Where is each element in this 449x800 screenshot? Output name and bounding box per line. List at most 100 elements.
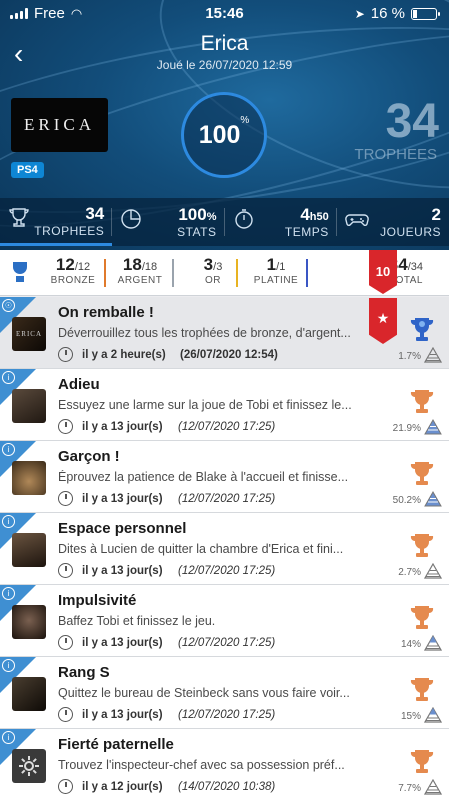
trophy-list: ☉ ERICA On remballe ! Déverrouillez tous… (0, 297, 449, 800)
earned-date: (12/07/2020 17:25) (178, 421, 276, 433)
tab-value: 4h50 (300, 205, 329, 224)
trophy-description: Déverrouillez tous les trophées de bronz… (58, 326, 351, 340)
trophy-row[interactable]: i Espace personnel Dites à Lucien de qui… (0, 513, 449, 585)
trophy-row[interactable]: i Adieu Essuyez une larme sur la joue de… (0, 369, 449, 441)
info-icon[interactable]: i (2, 443, 15, 456)
bronze-trophy-icon (410, 678, 434, 701)
completion-value: 100% (198, 115, 250, 149)
trophy-row[interactable]: i Fierté paternelle Trouvez l'inspecteur… (0, 729, 449, 800)
earned-ago: il y a 13 jour(s) (82, 709, 163, 721)
trophy-thumbnail (12, 605, 46, 639)
battery-percent: 16 % (370, 5, 405, 22)
tab-value: 34 (85, 203, 105, 223)
trophy-row[interactable]: i Garçon ! Éprouvez la patience de Blake… (0, 441, 449, 513)
trophy-title: Adieu (58, 376, 100, 393)
trophy-title: On remballe ! (58, 304, 154, 321)
rarity-percent: 14% (400, 639, 421, 650)
info-icon[interactable]: i (2, 371, 15, 384)
earned-ago: il y a 13 jour(s) (82, 493, 163, 505)
rarity-pyramid-icon (424, 419, 442, 435)
game-cover: ERICA (11, 98, 108, 152)
summary-bronze[interactable]: 12/12 BRONZE (40, 255, 106, 291)
clock-icon (58, 707, 73, 722)
pie-chart-icon (120, 208, 146, 236)
bronze-trophy-icon (410, 462, 434, 485)
tab-stats[interactable]: 100% STATS (112, 198, 225, 246)
trophy-thumbnail (12, 461, 46, 495)
rarity-percent: 21.9% (392, 423, 421, 434)
earned-ago: il y a 13 jour(s) (82, 421, 163, 433)
earned-ago: il y a 13 jour(s) (82, 637, 163, 649)
rarity-percent: 1.7% (398, 351, 421, 362)
rarity-pyramid-icon (424, 779, 442, 795)
tab-label: STATS (177, 225, 217, 239)
clock-icon (58, 347, 73, 362)
rarity-percent: 7.7% (398, 783, 421, 794)
earned-date: (12/07/2020 17:25) (178, 565, 276, 577)
rarity-percent: 2.7% (398, 567, 421, 578)
rarity-pyramid-icon (424, 491, 442, 507)
trophy-description: Quittez le bureau de Steinbeck sans vous… (58, 686, 350, 700)
trophy-row[interactable]: i Rang S Quittez le bureau de Steinbeck … (0, 657, 449, 729)
summary-or[interactable]: 3/3 OR (174, 255, 238, 291)
trophy-icon (0, 261, 40, 284)
bronze-trophy-icon (410, 534, 434, 557)
tab-label: TEMPS (284, 225, 329, 239)
page-title: Erica (200, 32, 249, 55)
tab-bar: 34 TROPHEES 100% STATS 4h50 TEMPS 2 JOUEURS (0, 198, 449, 246)
tab-time[interactable]: 4h50 TEMPS (225, 198, 337, 246)
completion-ring: 100% (181, 92, 267, 178)
platinum-trophy-icon (410, 318, 434, 341)
info-icon[interactable]: ☉ (2, 299, 15, 312)
info-icon[interactable]: i (2, 515, 15, 528)
trophy-thumbnail (12, 677, 46, 711)
tab-trophies[interactable]: 34 TROPHEES (0, 198, 113, 246)
trophy-thumbnail: ERICA (12, 317, 46, 351)
bronze-trophy-icon (410, 390, 434, 413)
trophy-description: Trouvez l'inspecteur-chef avec sa posses… (58, 758, 345, 772)
trophy-title: Impulsivité (58, 592, 137, 609)
trophy-description: Baffez Tobi et finissez le jeu. (58, 614, 216, 628)
status-bar: Free ◠ 15:46 ➤ 16 % (0, 0, 449, 28)
earned-date: (12/07/2020 17:25) (178, 637, 276, 649)
settings-gear-icon[interactable] (12, 749, 46, 783)
trophy-description: Essuyez une larme sur la joue de Tobi et… (58, 398, 352, 412)
rarity-pyramid-icon (424, 347, 442, 363)
trophy-title: Rang S (58, 664, 110, 681)
earned-ago: il y a 2 heure(s) (82, 349, 166, 361)
info-icon[interactable]: i (2, 587, 15, 600)
tab-players[interactable]: 2 JOUEURS (337, 198, 449, 246)
location-arrow-icon: ➤ (354, 6, 365, 21)
clock-icon (58, 635, 73, 650)
trophy-count: 34 (385, 95, 439, 148)
trophy-thumbnail (12, 533, 46, 567)
trophy-title: Garçon ! (58, 448, 120, 465)
earned-ago: il y a 12 jour(s) (82, 781, 163, 793)
trophy-outline-icon (8, 207, 34, 235)
info-icon[interactable]: i (2, 731, 15, 744)
stopwatch-icon (233, 208, 259, 236)
trophy-row[interactable]: i Impulsivité Baffez Tobi et finissez le… (0, 585, 449, 657)
trophy-description: Dites à Lucien de quitter la chambre d'E… (58, 542, 344, 556)
earned-date: (26/07/2020 12:54) (180, 349, 278, 361)
tab-value: 2 (431, 205, 441, 224)
rarity-percent: 15% (400, 711, 421, 722)
earned-date: (14/07/2020 10:38) (178, 781, 276, 793)
summary-argent[interactable]: 18/18 ARGENT (106, 255, 174, 291)
tab-value: 100% (178, 205, 217, 224)
played-date: Joué le 26/07/2020 12:59 (156, 58, 293, 72)
clock-icon (58, 491, 73, 506)
tab-label: TROPHEES (34, 223, 105, 238)
clock-icon (58, 419, 73, 434)
clock-icon (58, 563, 73, 578)
summary-total[interactable]: 34/34 TOTAL (308, 255, 429, 291)
bronze-trophy-icon (410, 606, 434, 629)
trophy-count-label: TROPHEES (354, 146, 437, 163)
info-icon[interactable]: i (2, 659, 15, 672)
trophy-description: Éprouvez la patience de Blake à l'accuei… (58, 470, 349, 484)
trophy-title: Fierté paternelle (58, 736, 174, 753)
game-header: Free ◠ 15:46 ➤ 16 % ‹ Erica Joué le 26/0… (0, 0, 449, 250)
summary-platine[interactable]: 1/1 PLATINE (238, 255, 308, 291)
earned-date: (12/07/2020 17:25) (178, 709, 276, 721)
rarity-pyramid-icon (424, 563, 442, 579)
